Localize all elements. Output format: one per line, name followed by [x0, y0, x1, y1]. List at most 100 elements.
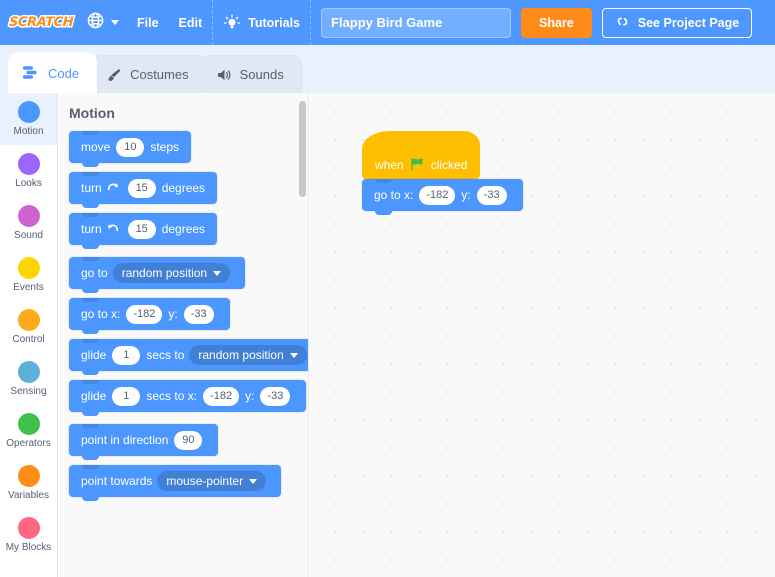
block-number-input[interactable]: 15	[127, 219, 156, 239]
code-workspace[interactable]: when clicked go to x: -182 y: -33	[310, 93, 775, 577]
category-color-dot	[17, 257, 40, 279]
see-project-page-button[interactable]: See Project Page	[601, 7, 753, 38]
go-to-block[interactable]: go to random position	[69, 257, 246, 293]
go-to-xy-block[interactable]: go to x: -182 y: -33	[362, 179, 523, 215]
tab-code-label: Code	[48, 65, 80, 81]
category-label: Looks	[15, 178, 42, 189]
block-label: steps	[150, 140, 180, 154]
turn-right-degrees-block[interactable]: turn 15 degrees	[69, 172, 218, 208]
block-label: point in direction	[81, 433, 169, 447]
category-variables[interactable]: Variables	[0, 457, 57, 509]
move-steps-block[interactable]: move 10 steps	[69, 131, 192, 167]
block-dropdown-value: random position	[198, 348, 284, 362]
block-dropdown[interactable]: mouse-pointer	[157, 471, 267, 491]
category-sensing[interactable]: Sensing	[0, 353, 57, 405]
block-label: degrees	[161, 181, 206, 195]
block-label: move	[81, 140, 111, 154]
category-color-dot	[17, 361, 40, 383]
scratch-editor: SCRATCH File Edit Tutorials Flappy Bird …	[0, 0, 775, 577]
category-looks[interactable]: Looks	[0, 145, 57, 197]
block-number-input[interactable]: -33	[476, 185, 507, 205]
block-dropdown-value: random position	[121, 266, 208, 280]
category-color-dot	[17, 309, 40, 331]
category-my-blocks[interactable]: My Blocks	[0, 509, 57, 561]
category-operators[interactable]: Operators	[0, 405, 57, 457]
see-project-page-label: See Project Page	[637, 15, 740, 30]
point-towards-block[interactable]: point towards mouse-pointer	[69, 465, 282, 501]
chevron-down-icon	[289, 352, 298, 358]
turn-left-degrees-block[interactable]: turn 15 degrees	[69, 213, 218, 249]
script-body: go to x: -182 y: -33	[362, 179, 523, 215]
block-number-input[interactable]: -182	[126, 304, 163, 324]
code-blocks-icon	[23, 65, 41, 81]
scratch-logo-text: SCRATCH	[7, 14, 75, 32]
palette-scrollbar-thumb[interactable]	[299, 101, 306, 197]
block-label: turn	[81, 222, 102, 236]
turn-clockwise-icon	[103, 181, 123, 195]
tab-costumes[interactable]: Costumes	[91, 55, 207, 93]
chevron-down-icon	[213, 270, 222, 276]
lightbulb-icon	[223, 13, 241, 32]
category-events[interactable]: Events	[0, 249, 57, 301]
block-label: point towards	[81, 474, 153, 488]
menu-edit-label: Edit	[178, 15, 203, 30]
tab-sounds[interactable]: Sounds	[200, 55, 302, 93]
block-label: turn	[81, 181, 102, 195]
category-label: Variables	[8, 490, 49, 501]
palette-category-header: Motion	[69, 105, 115, 121]
block-label: y:	[168, 307, 178, 321]
hat-suffix-label: clicked	[430, 157, 468, 172]
menu-tutorials-label: Tutorials	[248, 15, 301, 30]
block-number-input[interactable]: -182	[419, 185, 456, 205]
block-label: glide	[81, 348, 107, 362]
point-in-direction-block[interactable]: point in direction 90	[69, 424, 219, 460]
scratch-logo[interactable]: SCRATCH	[7, 10, 75, 36]
block-number-input[interactable]: -33	[183, 304, 214, 324]
block-palette[interactable]: Motion move 10 steps turn 15 degrees turn 15 deg…	[59, 93, 309, 577]
block-number-input[interactable]: -33	[260, 386, 291, 406]
block-number-input[interactable]: 1	[112, 345, 141, 365]
paintbrush-icon	[106, 67, 123, 83]
tab-code[interactable]: Code	[8, 52, 98, 93]
category-control[interactable]: Control	[0, 301, 57, 353]
block-number-input[interactable]: 90	[174, 430, 203, 450]
block-number-input[interactable]: 1	[112, 386, 141, 406]
hat-prefix-label: when	[375, 157, 404, 172]
category-color-dot	[17, 465, 40, 487]
tab-sounds-label: Sounds	[239, 67, 284, 82]
category-motion[interactable]: Motion	[0, 93, 57, 145]
block-label: y:	[245, 389, 255, 403]
category-label: Sensing	[10, 386, 47, 397]
project-title-input[interactable]	[321, 7, 512, 38]
menu-file[interactable]: File	[127, 0, 169, 45]
block-number-input[interactable]: 15	[127, 178, 156, 198]
green-flag-icon	[410, 157, 425, 172]
menu-edit[interactable]: Edit	[169, 0, 213, 45]
category-label: Sound	[14, 230, 43, 241]
glide-secs-to-xy-block[interactable]: glide 1 secs to x: -182 y: -33	[69, 380, 307, 416]
block-category-list: Motion Looks Sound Events Control Sensing Oper…	[0, 93, 58, 577]
block-number-input[interactable]: 10	[116, 137, 145, 157]
category-sound[interactable]: Sound	[0, 197, 57, 249]
tab-costumes-label: Costumes	[130, 67, 189, 82]
share-button[interactable]: Share	[521, 7, 592, 38]
category-label: My Blocks	[5, 542, 52, 553]
block-dropdown[interactable]: random position	[112, 263, 231, 283]
editor-tabs: Code Costumes Sounds	[0, 45, 775, 93]
category-color-dot	[17, 101, 40, 123]
category-color-dot	[17, 153, 40, 175]
link-icon	[615, 14, 630, 32]
when-green-flag-clicked-block[interactable]: when clicked	[362, 131, 481, 183]
script-stack[interactable]: when clicked go to x: -182 y: -33	[362, 131, 523, 215]
block-label: go to x:	[374, 188, 414, 202]
block-label: glide	[81, 389, 107, 403]
glide-secs-to-block[interactable]: glide 1 secs to random position	[69, 339, 308, 375]
language-selector[interactable]	[80, 11, 127, 35]
category-label: Operators	[6, 438, 51, 449]
block-number-input[interactable]: -182	[203, 386, 240, 406]
chevron-down-icon	[111, 20, 119, 25]
menu-tutorials[interactable]: Tutorials	[213, 0, 310, 45]
block-dropdown[interactable]: random position	[189, 345, 307, 365]
palette-scrollbar-track[interactable]	[299, 101, 308, 571]
go-to-xy-block[interactable]: go to x: -182 y: -33	[69, 298, 230, 334]
